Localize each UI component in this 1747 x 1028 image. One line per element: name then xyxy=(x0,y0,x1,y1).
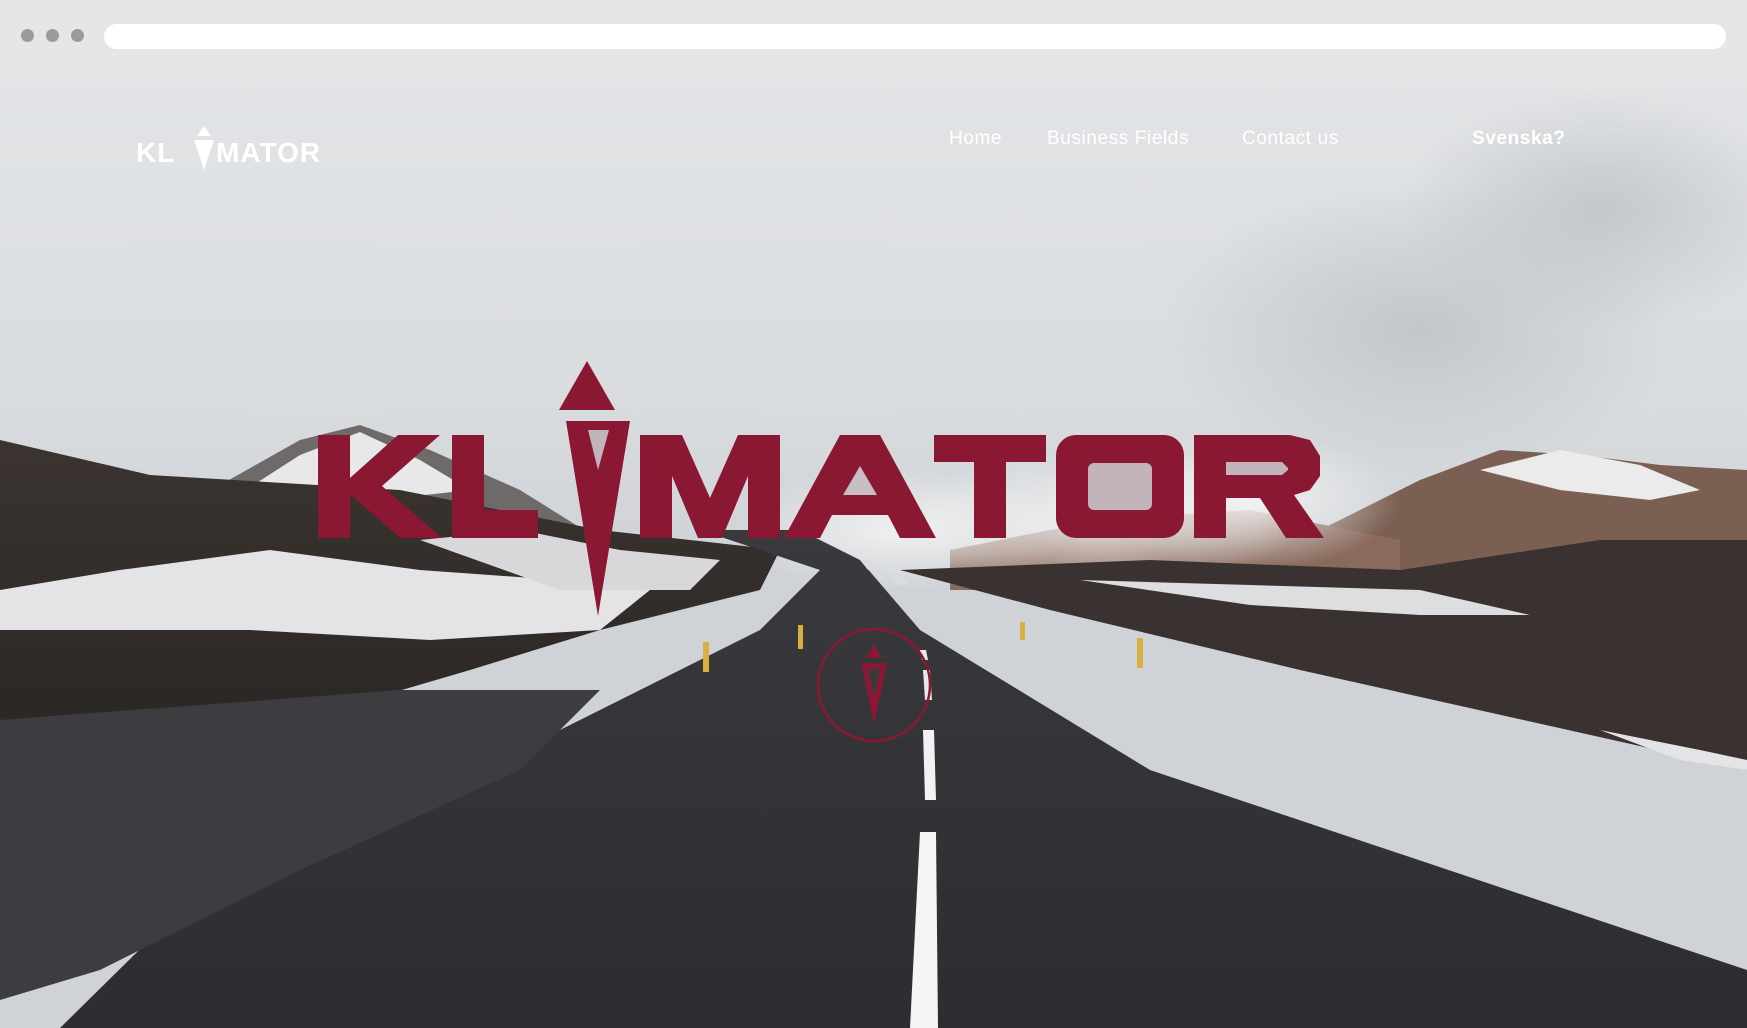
svg-text:MATOR: MATOR xyxy=(216,137,321,168)
browser-chrome xyxy=(0,0,1747,70)
window-minimize-dot[interactable] xyxy=(46,29,59,42)
klimator-logo-small[interactable]: KL MATOR xyxy=(136,122,356,174)
language-switch-link[interactable]: Svenska? xyxy=(1472,128,1566,150)
address-bar[interactable] xyxy=(104,24,1726,49)
window-zoom-dot[interactable] xyxy=(71,29,84,42)
window-close-dot[interactable] xyxy=(21,29,34,42)
nav-business-fields-link[interactable]: Business Fields xyxy=(1047,128,1189,150)
nav-home-link[interactable]: Home xyxy=(949,128,1002,150)
klimator-hero-logo xyxy=(318,361,1324,616)
scroll-down-button[interactable] xyxy=(816,627,932,743)
top-navigation: KL MATOR Home Business Fields Contact us… xyxy=(0,70,1747,210)
nav-contact-link[interactable]: Contact us xyxy=(1242,128,1339,150)
svg-text:KL: KL xyxy=(136,137,175,168)
